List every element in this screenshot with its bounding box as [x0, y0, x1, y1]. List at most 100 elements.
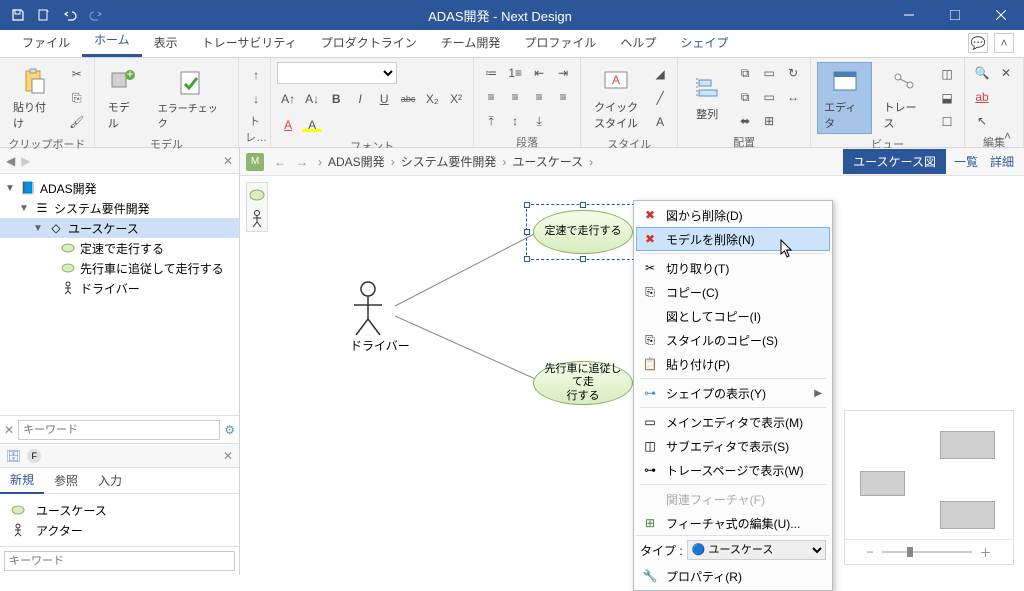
align-button[interactable]: 整列: [684, 69, 730, 125]
trace-view-button[interactable]: トレース: [876, 62, 932, 134]
diagram-canvas[interactable]: ドライバー 定速で走行する 先行車に追従して走 行する ✖図から削除(D) ✖モ…: [240, 176, 1024, 575]
size-icon[interactable]: ⬌: [734, 110, 756, 132]
tree-back-icon[interactable]: ◀: [6, 154, 15, 168]
filter-icon[interactable]: ✕: [4, 423, 14, 437]
redo-icon[interactable]: [88, 7, 104, 23]
list-link[interactable]: 一覧: [950, 153, 982, 170]
align-right-icon[interactable]: ≡: [528, 86, 550, 108]
nav-fwd-icon[interactable]: →: [292, 152, 312, 172]
model-button[interactable]: + モデル: [101, 62, 147, 134]
tree-leaf-uc1[interactable]: 定速で走行する: [0, 238, 239, 258]
menu-copy-style[interactable]: ⎘スタイルのコピー(S): [636, 328, 830, 352]
palette-usecase[interactable]: ユースケース: [6, 500, 233, 520]
chevron-up-icon[interactable]: ˄: [994, 33, 1014, 53]
pos-icon[interactable]: ⊞: [758, 110, 780, 132]
valign-top-icon[interactable]: ⤒: [480, 110, 502, 132]
tab-help[interactable]: ヘルプ: [608, 28, 668, 57]
bullets-icon[interactable]: ≔: [480, 62, 502, 84]
usecase-shape-2[interactable]: 先行車に追従して走 行する: [533, 361, 633, 405]
font-style-icon[interactable]: A: [649, 111, 671, 133]
numbering-icon[interactable]: 1≡: [504, 62, 526, 84]
error-check-button[interactable]: エラーチェック: [151, 63, 232, 133]
menu-main-editor[interactable]: ▭メインエディタで表示(M): [636, 410, 830, 434]
split-v-icon[interactable]: ◫: [936, 63, 958, 85]
tree-leaf-actor[interactable]: ドライバー: [0, 278, 239, 298]
tree-node-system[interactable]: ▼☰システム要件開発: [0, 198, 239, 218]
collapse-ribbon-icon[interactable]: ˄: [1004, 129, 1018, 143]
rotate-icon[interactable]: ↻: [782, 62, 804, 84]
db-icon[interactable]: 🗄: [6, 449, 21, 463]
arrow-up-icon[interactable]: ↑: [245, 64, 267, 86]
menu-paste[interactable]: 📋貼り付け(P): [636, 352, 830, 376]
subscript-icon[interactable]: X₂: [421, 88, 443, 110]
font-select[interactable]: [277, 62, 397, 84]
menu-trace-page[interactable]: ⊶トレースページで表示(W): [636, 458, 830, 482]
close-button[interactable]: [978, 0, 1024, 30]
tab-view[interactable]: 表示: [142, 28, 190, 57]
menu-property[interactable]: 🔧プロパティ(R): [636, 564, 830, 588]
editor-view-button[interactable]: エディタ: [817, 62, 872, 134]
panel-close-icon[interactable]: ✕: [223, 449, 233, 463]
arrow-down-icon[interactable]: ↓: [245, 88, 267, 110]
diagram-type-button[interactable]: ユースケース図: [843, 149, 946, 174]
line-icon[interactable]: ╱: [649, 87, 671, 109]
menu-copy[interactable]: ⎘コピー(C): [636, 280, 830, 304]
zoom-in-icon[interactable]: ＋: [980, 544, 992, 561]
underline-button[interactable]: U: [373, 88, 395, 110]
palette-actor[interactable]: アクター: [6, 520, 233, 540]
menu-shape-display[interactable]: ⊶シェイプの表示(Y)▶: [636, 381, 830, 405]
fill-icon[interactable]: ◢: [649, 63, 671, 85]
indent-icon[interactable]: ⇥: [552, 62, 574, 84]
tree-fwd-icon[interactable]: ▶: [21, 154, 30, 168]
group-icon[interactable]: ⧉: [734, 86, 756, 108]
tab-profile[interactable]: プロファイル: [512, 28, 608, 57]
menu-feature-expr[interactable]: ⊞フィーチャ式の編集(U)...: [636, 511, 830, 535]
tree-search-input[interactable]: [18, 420, 220, 440]
bold-button[interactable]: B: [325, 88, 347, 110]
layout-icon[interactable]: ☐: [936, 111, 958, 133]
zoom-slider[interactable]: [882, 551, 972, 553]
bc-item[interactable]: ADAS開発: [328, 153, 385, 170]
bottom-tab-new[interactable]: 新規: [0, 467, 44, 494]
bc-item[interactable]: システム要件開発: [401, 153, 497, 170]
nav-back-icon[interactable]: ←: [270, 152, 290, 172]
quick-style-button[interactable]: A クイック スタイル: [587, 62, 645, 134]
bc-item[interactable]: ユースケース: [512, 153, 583, 170]
tree-node-usecase[interactable]: ▼◇ユースケース: [0, 218, 239, 238]
tab-home[interactable]: ホーム: [82, 25, 142, 57]
font-color-icon[interactable]: A: [277, 114, 299, 136]
new-icon[interactable]: [36, 7, 52, 23]
undo-icon[interactable]: [62, 7, 78, 23]
tab-product[interactable]: プロダクトライン: [309, 28, 429, 57]
tree-root[interactable]: ▼📘ADAS開発: [0, 178, 239, 198]
palette-search-input[interactable]: [4, 551, 235, 571]
minimize-button[interactable]: [886, 0, 932, 30]
tab-trace[interactable]: トレーサビリティ: [190, 28, 309, 57]
palette-actor-shape[interactable]: [247, 207, 267, 231]
superscript-icon[interactable]: X²: [445, 88, 467, 110]
menu-remove-from-diagram[interactable]: ✖図から削除(D): [636, 203, 830, 227]
tab-team[interactable]: チーム開発: [429, 28, 513, 57]
dist-icon[interactable]: ↔: [782, 86, 804, 108]
palette-usecase-shape[interactable]: [247, 183, 267, 207]
send-back-icon[interactable]: ▭: [758, 86, 780, 108]
select-icon[interactable]: ↖: [971, 110, 993, 132]
zoom-out-icon[interactable]: −: [866, 545, 873, 559]
split-h-icon[interactable]: ⬓: [936, 87, 958, 109]
justify-icon[interactable]: ≡: [552, 86, 574, 108]
menu-sub-editor[interactable]: ◫サブエディタで表示(S): [636, 434, 830, 458]
menu-delete-model[interactable]: ✖モデルを削除(N): [636, 227, 830, 251]
bottom-tab-ref[interactable]: 参照: [44, 468, 88, 493]
highlight-icon[interactable]: A: [301, 114, 323, 136]
ungroup-icon[interactable]: ⧉: [734, 62, 756, 84]
menu-copy-as-diagram[interactable]: 図としてコピー(I): [636, 304, 830, 328]
save-icon[interactable]: [10, 7, 26, 23]
format-painter-icon[interactable]: 🖌: [66, 111, 88, 133]
valign-mid-icon[interactable]: ↕: [504, 110, 526, 132]
search-options-icon[interactable]: ⚙: [224, 423, 235, 437]
replace-icon[interactable]: ab: [971, 86, 993, 108]
feedback-icon[interactable]: 💬: [968, 33, 988, 53]
font-increase-icon[interactable]: A↑: [277, 88, 299, 110]
usecase-shape-1[interactable]: 定速で走行する: [533, 210, 633, 254]
align-left-icon[interactable]: ≡: [480, 86, 502, 108]
